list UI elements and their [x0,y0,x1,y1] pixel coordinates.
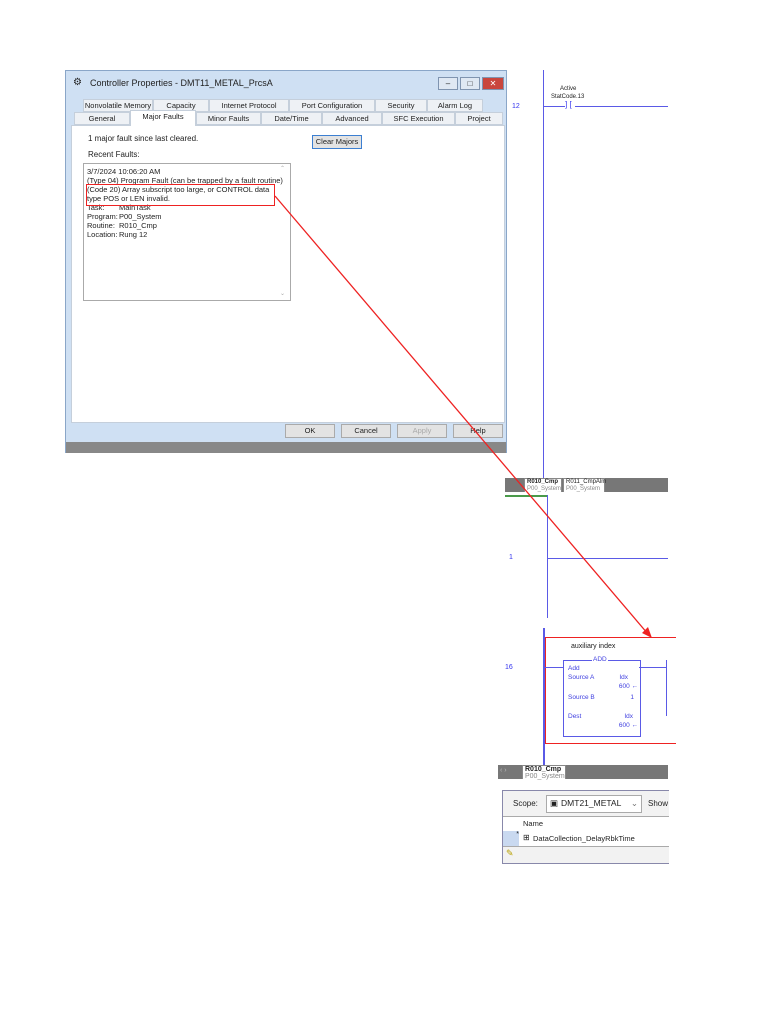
annotation-arrow [274,195,652,638]
tab-major-faults[interactable]: Major Faults [130,110,196,126]
